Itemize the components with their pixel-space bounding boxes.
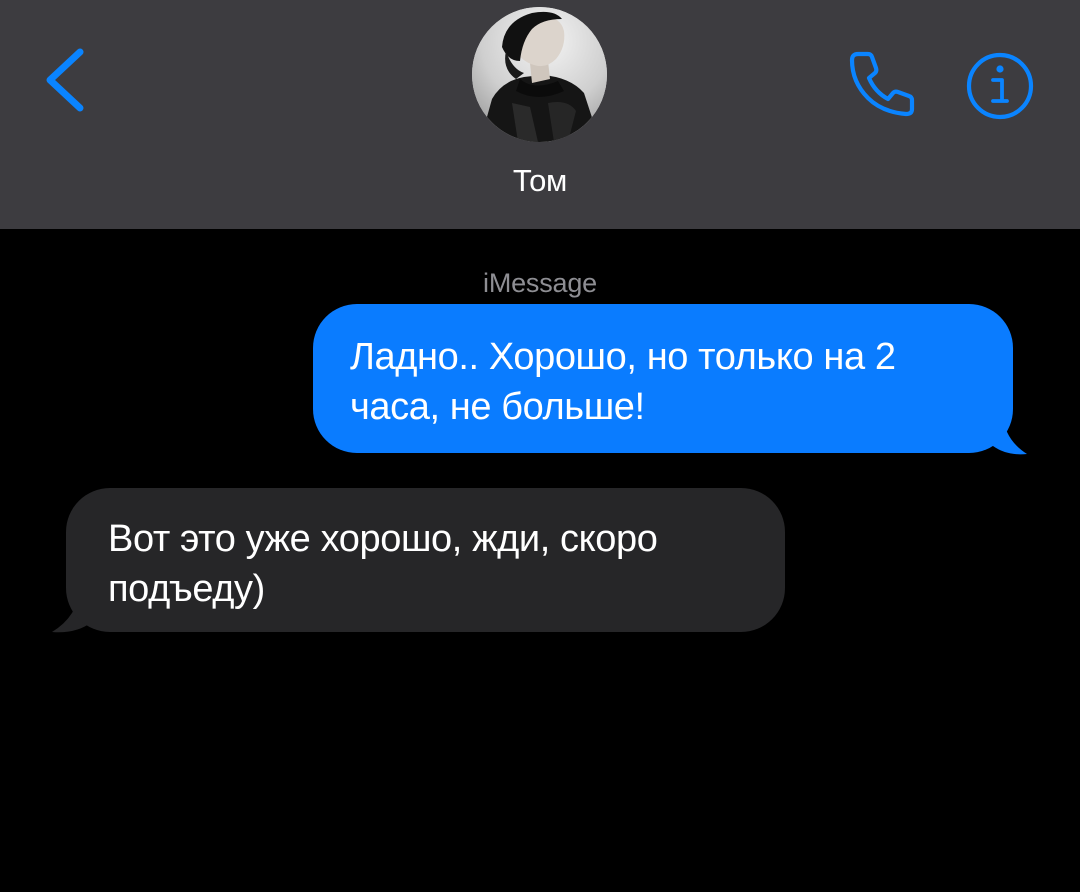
message-text-line: Ладно.. Хорошо, но только на 2 <box>350 336 896 378</box>
message-text-line: Вот это уже хорошо, жди, скоро <box>108 518 658 560</box>
service-label: iMessage <box>483 268 597 298</box>
message-bubble: Вот это уже хорошо, жди, скоро подъеду) <box>66 488 785 632</box>
info-button[interactable] <box>964 50 1036 122</box>
info-circle-icon <box>966 52 1034 120</box>
phone-icon <box>849 51 915 117</box>
contact-avatar[interactable] <box>472 7 607 142</box>
message-bubble: Ладно.. Хорошо, но только на 2 часа, не … <box>313 304 1013 453</box>
message-text-line: часа, не больше! <box>350 386 645 428</box>
message-incoming[interactable]: Вот это уже хорошо, жди, скоро подъеду) <box>50 488 786 634</box>
call-button[interactable] <box>844 48 916 120</box>
conversation-header: Том <box>0 0 1080 229</box>
message-outgoing[interactable]: Ладно.. Хорошо, но только на 2 часа, не … <box>313 304 1031 456</box>
contact-photo <box>472 7 607 142</box>
chevron-left-icon <box>46 48 84 112</box>
message-text-line: подъеду) <box>108 568 265 610</box>
back-button[interactable] <box>38 44 94 116</box>
contact-name[interactable]: Том <box>440 163 640 199</box>
